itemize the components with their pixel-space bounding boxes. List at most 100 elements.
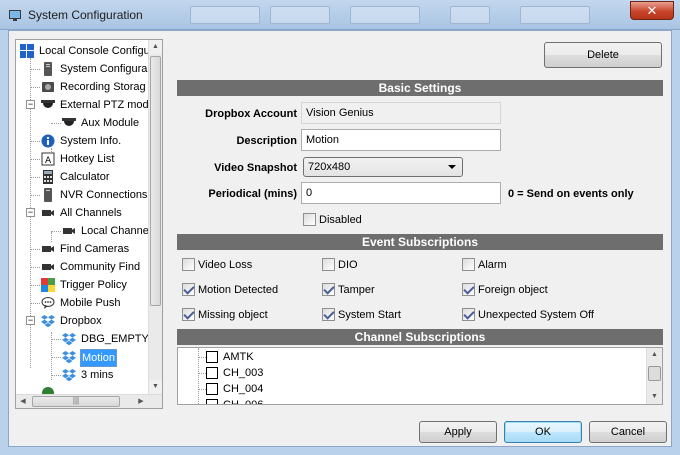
tree-item-label: System Info. [60, 135, 122, 147]
info-icon [41, 134, 55, 148]
dropbox-icon [41, 315, 55, 328]
periodical-label: Periodical (mins) [208, 188, 297, 200]
event-subscriptions-header: Event Subscriptions [177, 234, 663, 250]
dropbox-icon [62, 351, 76, 364]
checkbox-box[interactable] [206, 383, 218, 395]
channel-subscriptions-header: Channel Subscriptions [177, 329, 663, 345]
ok-button[interactable]: OK [504, 421, 582, 443]
tree-connector [198, 389, 206, 390]
windows-logo-icon [20, 44, 34, 58]
tree-item-label: Hotkey List [60, 153, 115, 165]
dropbox-account-label: Dropbox Account [205, 108, 297, 120]
video-snapshot-value: 720x480 [308, 161, 351, 173]
scroll-left-icon[interactable]: ◀ [16, 395, 30, 408]
scroll-up-icon[interactable]: ▲ [647, 348, 662, 362]
camera-icon [42, 246, 54, 252]
background-tab [270, 6, 330, 24]
tree-item-label: Dropbox [60, 315, 102, 327]
basic-settings-header: Basic Settings [177, 80, 663, 96]
scroll-thumb[interactable]: ||| [32, 396, 120, 407]
event-label: Missing object [198, 309, 268, 321]
apply-button[interactable]: Apply [419, 421, 497, 443]
event-label: Video Loss [198, 259, 253, 271]
collapse-icon[interactable]: − [26, 316, 35, 325]
tree-connector [30, 69, 40, 70]
delete-button[interactable]: Delete [544, 42, 662, 68]
checkbox-box-checked[interactable] [462, 308, 475, 321]
checkbox-box[interactable] [206, 399, 218, 404]
tree-item-label-selected: Motion [80, 349, 118, 367]
tree-item-label: Mobile Push [60, 297, 121, 309]
title-bar: System Configuration ✕ [0, 0, 680, 30]
channel-label: CH_003 [223, 367, 264, 379]
trigger-policy-icon [41, 278, 55, 292]
channel-label: CH_006 [223, 399, 264, 405]
tree-connector [30, 159, 40, 160]
scroll-right-icon[interactable]: ▶ [134, 395, 148, 408]
tree-connector [51, 357, 61, 358]
scroll-thumb[interactable] [648, 366, 661, 381]
tree-connector [30, 141, 40, 142]
checkbox-box-checked[interactable] [182, 283, 195, 296]
checkbox-box-checked[interactable] [182, 308, 195, 321]
tree-connector [51, 375, 61, 376]
scroll-down-icon[interactable]: ▼ [149, 380, 162, 394]
collapse-icon[interactable]: − [26, 100, 35, 109]
tree-connector [198, 373, 206, 374]
checkbox-box-checked[interactable] [322, 308, 335, 321]
tree-connector [30, 303, 40, 304]
channel-list[interactable]: AMTK CH_003 CH_004 CH_006 ▲ ▼ [177, 347, 663, 405]
checkbox-box[interactable] [303, 213, 316, 226]
checkbox-box[interactable] [206, 351, 218, 363]
scroll-up-icon[interactable]: ▲ [149, 40, 162, 54]
tree-connector [51, 339, 61, 340]
tree-vertical-scrollbar[interactable]: ▲ ▼ [148, 40, 162, 394]
tree-item-label: 3 mins [81, 369, 114, 381]
checkbox-box[interactable] [182, 258, 195, 271]
description-input[interactable]: Motion [301, 129, 501, 151]
tree-connector [30, 87, 40, 88]
collapse-icon[interactable]: − [26, 208, 35, 217]
cancel-button[interactable]: Cancel [589, 421, 667, 443]
scroll-thumb[interactable] [150, 56, 161, 306]
dropbox-icon [62, 369, 76, 382]
tree-item-label: Calculator [60, 171, 110, 183]
camera-icon [42, 210, 54, 216]
checkbox-box-checked[interactable] [322, 283, 335, 296]
tree-connector [30, 285, 40, 286]
close-button[interactable]: ✕ [630, 1, 674, 20]
tree-item-label: Local Console Configu [39, 45, 150, 57]
nvr-icon [44, 188, 52, 202]
background-tab [520, 6, 590, 24]
tree-item-label: All Channels [60, 207, 122, 219]
config-tree[interactable]: Local Console Configu System Configura R… [15, 39, 163, 409]
event-label: Alarm [478, 259, 507, 271]
checkbox-box[interactable] [462, 258, 475, 271]
channel-list-scrollbar[interactable]: ▲ ▼ [646, 348, 662, 404]
storage-icon [42, 82, 54, 92]
checkbox-box-checked[interactable] [462, 283, 475, 296]
scroll-down-icon[interactable]: ▼ [647, 390, 662, 404]
dropbox-account-field: Vision Genius [301, 102, 501, 124]
channel-label: CH_004 [223, 383, 264, 395]
checkbox-box[interactable] [206, 367, 218, 379]
app-icon [9, 10, 21, 21]
video-snapshot-select[interactable]: 720x480 [303, 157, 463, 177]
event-label: DIO [338, 259, 358, 271]
tree-horizontal-scrollbar[interactable]: ◀ ||| ▶ [16, 394, 162, 408]
dialog-body: Local Console Configu System Configura R… [8, 30, 672, 447]
tree-connector [198, 357, 206, 358]
channel-label: AMTK [223, 351, 254, 363]
event-label: Tamper [338, 284, 375, 296]
calculator-icon [43, 170, 53, 184]
checkbox-box[interactable] [322, 258, 335, 271]
description-label: Description [236, 135, 297, 147]
tree-item-label: NVR Connections [60, 189, 148, 201]
event-label: Motion Detected [198, 284, 279, 296]
tree-item-label: Find Cameras [60, 243, 130, 255]
camera-icon [42, 264, 54, 270]
periodical-hint: 0 = Send on events only [508, 188, 634, 200]
tree-item-label: System Configura [60, 63, 148, 75]
background-tab [450, 6, 490, 24]
periodical-input[interactable]: 0 [301, 182, 501, 204]
